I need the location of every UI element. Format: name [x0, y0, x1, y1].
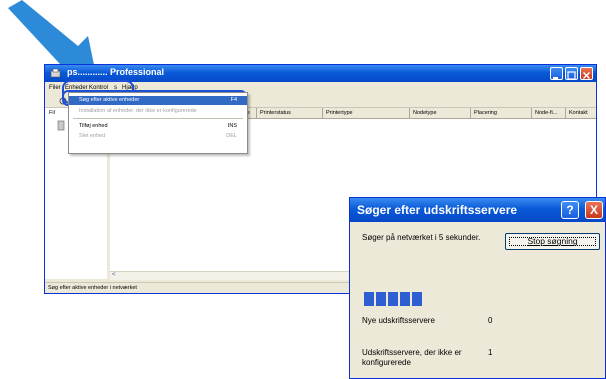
app-icon	[50, 68, 61, 78]
col-divider	[470, 108, 471, 118]
progress-block	[412, 292, 422, 306]
dialog-close-icon[interactable]: X	[585, 201, 603, 219]
menu-item-label: Slet enhed	[79, 133, 106, 139]
tree-node-icon	[57, 120, 65, 131]
progress-block	[364, 292, 374, 306]
maximize-icon	[567, 71, 576, 80]
new-servers-value: 0	[488, 316, 493, 325]
close-button[interactable]	[580, 67, 593, 80]
col-divider	[531, 108, 532, 118]
col-divider	[256, 108, 257, 118]
menu-item-install-devices[interactable]: Installation af enheder, der ikke er kon…	[69, 107, 247, 116]
menu-separator	[73, 118, 243, 119]
menu-item-shortcut: F4	[230, 97, 237, 103]
unconfigured-servers-label-2: konfigurerede	[362, 358, 411, 367]
status-text: Søg efter aktive enheder i netværket	[48, 285, 137, 291]
menu-item-shortcut: INS	[227, 123, 237, 129]
menu-item-label: Installation af enheder, der ikke er kon…	[79, 108, 197, 114]
menu-item-shortcut: DEL	[226, 133, 237, 139]
col-divider	[322, 108, 323, 118]
unconfigured-servers-label: Udskriftsservere, der ikke er	[362, 348, 462, 357]
enheder-dropdown-menu: Søg efter aktive enheder F4 Installation…	[68, 92, 248, 154]
help-icon[interactable]: ?	[561, 201, 579, 219]
minimize-icon	[553, 77, 558, 79]
col-kontakt[interactable]: Kontakt	[569, 110, 588, 116]
menu-filer[interactable]: Filer	[49, 85, 61, 91]
search-progress-bar	[364, 292, 596, 306]
menu-item-search-devices[interactable]: Søg efter aktive enheder F4	[69, 96, 247, 105]
col-placering[interactable]: Placering	[474, 110, 497, 116]
menu-item-label: Søg efter aktive enheder	[79, 97, 140, 103]
progress-block	[376, 292, 386, 306]
progress-block	[400, 292, 410, 306]
menu-item-label: Tilføj enhed	[79, 123, 108, 129]
col-divider	[409, 108, 410, 118]
new-servers-label: Nye udskriftsservere	[362, 316, 435, 325]
progress-block	[388, 292, 398, 306]
maximize-button[interactable]	[565, 67, 578, 80]
close-icon	[582, 71, 591, 80]
scroll-left-icon[interactable]: <	[112, 272, 116, 278]
col-printertype[interactable]: Printertype	[326, 110, 353, 116]
col-printerstatus[interactable]: Printerstatus	[260, 110, 291, 116]
dialog-title: Søger efter udskriftsservere	[357, 203, 518, 217]
menu-item-delete-device[interactable]: Slet enhed DEL	[69, 132, 247, 141]
col-node-fi[interactable]: Node-fi...	[535, 110, 557, 116]
stop-search-button[interactable]: Stop søgning	[505, 233, 600, 250]
col-nodetype[interactable]: Nodetype	[413, 110, 437, 116]
menu-item-add-device[interactable]: Tilføj enhed INS	[69, 122, 247, 131]
tree-root-label[interactable]: Fil	[49, 110, 55, 116]
unconfigured-servers-value: 1	[488, 348, 493, 357]
search-dialog: Søger efter udskriftsservere ? X Søger p…	[349, 197, 606, 379]
search-message: Søger på netværket i 5 sekunder.	[362, 233, 481, 242]
window-title: ps............ Professional	[67, 67, 165, 77]
col-divider	[565, 108, 566, 118]
dialog-title-bar[interactable]: Søger efter udskriftsservere ? X	[350, 198, 605, 222]
minimize-button[interactable]	[550, 67, 563, 80]
